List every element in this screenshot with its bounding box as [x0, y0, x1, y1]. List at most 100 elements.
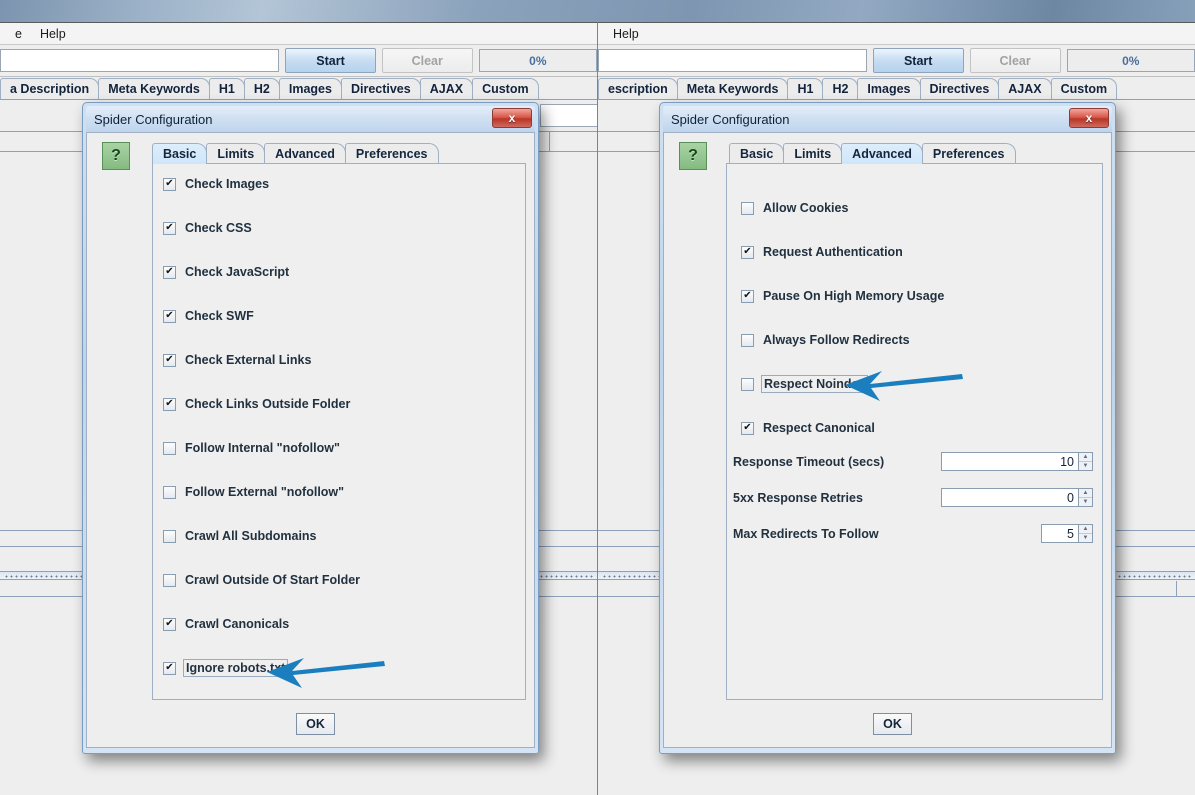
dialog-title-bar-right[interactable]: Spider Configuration x [663, 106, 1112, 132]
close-icon[interactable]: x [1069, 108, 1109, 128]
checkbox-row-allow-cookies[interactable]: Allow Cookies [741, 200, 850, 216]
tab-advanced[interactable]: Advanced [841, 143, 923, 164]
spinner-up-icon[interactable]: ▲ [1079, 525, 1092, 534]
checkbox-crawl-canonicals[interactable] [163, 618, 176, 631]
checkbox-row-check-external-links[interactable]: Check External Links [163, 352, 313, 368]
checkbox-row-crawl-canonicals[interactable]: Crawl Canonicals [163, 616, 291, 632]
checkbox-row-follow-internal-nofollow[interactable]: Follow Internal "nofollow" [163, 440, 342, 456]
checkbox-check-external-links[interactable] [163, 354, 176, 367]
tab-preferences[interactable]: Preferences [345, 143, 439, 164]
checkbox-ignore-robots-txt[interactable] [163, 662, 176, 675]
start-button-left[interactable]: Start [285, 48, 376, 73]
clear-button-left[interactable]: Clear [382, 48, 473, 73]
spinner-down-icon[interactable]: ▼ [1079, 462, 1092, 470]
checkbox-row-crawl-all-subdomains[interactable]: Crawl All Subdomains [163, 528, 319, 544]
spinner-down-icon[interactable]: ▼ [1079, 498, 1092, 506]
retries-spinner[interactable]: 0 ▲▼ [941, 488, 1093, 507]
tab-advanced[interactable]: Advanced [264, 143, 346, 164]
retries-input[interactable]: 0 [941, 488, 1078, 507]
tab-basic[interactable]: Basic [152, 143, 207, 164]
checkbox-crawl-outside-of-start-folder[interactable] [163, 574, 176, 587]
checkbox-pause-on-high-memory-usage[interactable] [741, 290, 754, 303]
checkbox-row-check-css[interactable]: Check CSS [163, 220, 254, 236]
menu-item-help[interactable]: Help [31, 25, 75, 43]
url-input-right[interactable] [598, 49, 867, 72]
bg-tab-directives-right[interactable]: Directives [920, 78, 1000, 99]
response-timeout-spinner[interactable]: 10 ▲▼ [941, 452, 1093, 471]
spider-configuration-dialog-basic[interactable]: Spider Configuration x ? Basic Limits Ad… [82, 102, 539, 754]
checkbox-respect-noindex[interactable] [741, 378, 754, 391]
checkbox-check-css[interactable] [163, 222, 176, 235]
response-timeout-input[interactable]: 10 [941, 452, 1078, 471]
checkbox-check-links-outside-folder[interactable] [163, 398, 176, 411]
checkbox-allow-cookies[interactable] [741, 202, 754, 215]
tab-limits[interactable]: Limits [783, 143, 842, 164]
checkbox-request-authentication[interactable] [741, 246, 754, 259]
spinner-down-icon[interactable]: ▼ [1079, 534, 1092, 542]
checkbox-row-check-images[interactable]: Check Images [163, 176, 271, 192]
field-row-max-redirects[interactable]: Max Redirects To Follow 5 ▲▼ [733, 524, 1093, 543]
menu-item-help-right[interactable]: Help [604, 25, 648, 43]
clear-button-right[interactable]: Clear [970, 48, 1061, 73]
tab-basic[interactable]: Basic [729, 143, 784, 164]
bg-tab-meta-description[interactable]: a Description [0, 78, 99, 99]
checkbox-row-always-follow-redirects[interactable]: Always Follow Redirects [741, 332, 912, 348]
checkbox-row-check-javascript[interactable]: Check JavaScript [163, 264, 291, 280]
spinner-arrows[interactable]: ▲▼ [1078, 488, 1093, 507]
tab-strip-left[interactable]: a Description Meta Keywords H1 H2 Images… [0, 77, 597, 100]
checkbox-respect-canonical[interactable] [741, 422, 754, 435]
checkbox-follow-external-nofollow[interactable] [163, 486, 176, 499]
dialog-tabs-left[interactable]: Basic Limits Advanced Preferences [152, 142, 438, 164]
spinner-up-icon[interactable]: ▲ [1079, 453, 1092, 462]
menu-item-file[interactable]: e [6, 25, 31, 43]
spinner-up-icon[interactable]: ▲ [1079, 489, 1092, 498]
checkbox-row-respect-noindex[interactable]: Respect Noindex [741, 375, 868, 393]
field-row-5xx-response-retries[interactable]: 5xx Response Retries 0 ▲▼ [733, 488, 1093, 507]
checkbox-follow-internal-nofollow[interactable] [163, 442, 176, 455]
bg-tab-images[interactable]: Images [279, 78, 342, 99]
ok-button-right[interactable]: OK [873, 713, 912, 735]
ok-button-left[interactable]: OK [296, 713, 335, 735]
checkbox-always-follow-redirects[interactable] [741, 334, 754, 347]
max-redirects-spinner[interactable]: 5 ▲▼ [1041, 524, 1093, 543]
bg-tab-h2[interactable]: H2 [244, 78, 280, 99]
bg-tab-meta-description-right[interactable]: escription [598, 78, 678, 99]
close-icon[interactable]: x [492, 108, 532, 128]
checkbox-row-check-links-outside-folder[interactable]: Check Links Outside Folder [163, 396, 352, 412]
help-icon[interactable]: ? [679, 142, 707, 170]
field-row-response-timeout[interactable]: Response Timeout (secs) 10 ▲▼ [733, 452, 1093, 471]
checkbox-row-crawl-outside-of-start-folder[interactable]: Crawl Outside Of Start Folder [163, 572, 362, 588]
bg-tab-meta-keywords-right[interactable]: Meta Keywords [677, 78, 789, 99]
help-icon[interactable]: ? [102, 142, 130, 170]
bg-tab-meta-keywords[interactable]: Meta Keywords [98, 78, 210, 99]
bg-tab-h1-right[interactable]: H1 [787, 78, 823, 99]
bg-tab-directives[interactable]: Directives [341, 78, 421, 99]
bg-tab-custom-right[interactable]: Custom [1051, 78, 1118, 99]
menu-bar-left[interactable]: e Help [0, 23, 597, 45]
filter-field-left[interactable] [540, 104, 597, 127]
checkbox-row-check-swf[interactable]: Check SWF [163, 308, 256, 324]
checkbox-crawl-all-subdomains[interactable] [163, 530, 176, 543]
checkbox-row-ignore-robots-txt[interactable]: Ignore robots.txt [163, 659, 288, 677]
checkbox-check-swf[interactable] [163, 310, 176, 323]
menu-bar-right[interactable]: Help [598, 23, 1195, 45]
checkbox-check-images[interactable] [163, 178, 176, 191]
dialog-title-bar-left[interactable]: Spider Configuration x [86, 106, 535, 132]
tab-preferences[interactable]: Preferences [922, 143, 1016, 164]
bg-tab-custom[interactable]: Custom [472, 78, 539, 99]
bg-tab-ajax[interactable]: AJAX [420, 78, 473, 99]
url-input-left[interactable] [0, 49, 279, 72]
spinner-arrows[interactable]: ▲▼ [1078, 452, 1093, 471]
bg-tab-h2-right[interactable]: H2 [822, 78, 858, 99]
bg-tab-h1[interactable]: H1 [209, 78, 245, 99]
start-button-right[interactable]: Start [873, 48, 964, 73]
spinner-arrows[interactable]: ▲▼ [1078, 524, 1093, 543]
checkbox-row-pause-on-high-memory-usage[interactable]: Pause On High Memory Usage [741, 288, 946, 304]
checkbox-check-javascript[interactable] [163, 266, 176, 279]
checkbox-row-request-authentication[interactable]: Request Authentication [741, 244, 905, 260]
tab-strip-right[interactable]: escription Meta Keywords H1 H2 Images Di… [598, 77, 1195, 100]
bg-tab-images-right[interactable]: Images [857, 78, 920, 99]
checkbox-row-follow-external-nofollow[interactable]: Follow External "nofollow" [163, 484, 346, 500]
checkbox-row-respect-canonical[interactable]: Respect Canonical [741, 420, 877, 436]
bg-tab-ajax-right[interactable]: AJAX [998, 78, 1051, 99]
